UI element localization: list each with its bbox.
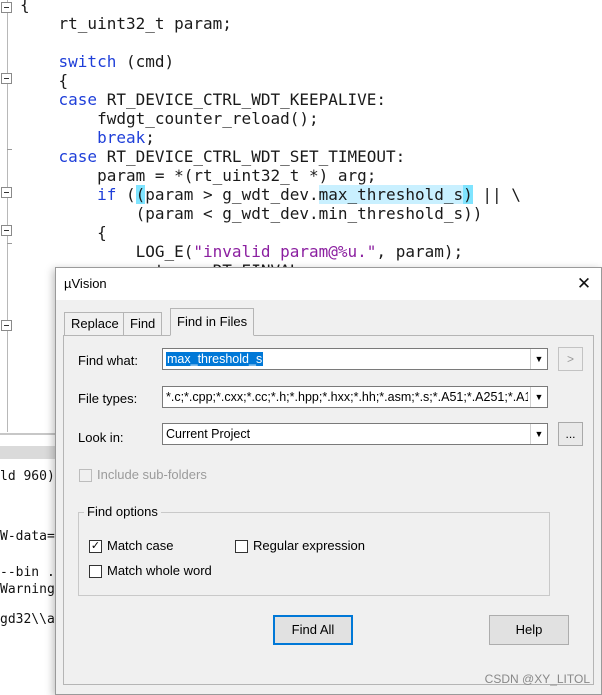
- code-token: {: [20, 71, 69, 90]
- output-line: W-data=: [0, 529, 55, 544]
- watermark-text: CSDN @XY_LITOL: [484, 672, 590, 686]
- look-in-combobox[interactable]: Current Project ▼: [162, 423, 548, 445]
- close-icon[interactable]: ✕: [571, 272, 597, 296]
- code-token: RT_DEVICE_CTRL_WDT_KEEPALIVE:: [97, 90, 387, 109]
- code-line: {: [20, 223, 107, 242]
- match-whole-word-checkbox[interactable]: [89, 565, 102, 578]
- code-token: RT_DEVICE_CTRL_WDT_SET_TIMEOUT:: [97, 147, 406, 166]
- look-in-value[interactable]: Current Project: [166, 427, 250, 441]
- code-line: param = *(rt_uint32_t *) arg;: [20, 166, 376, 185]
- code-token: max_threshold_s: [318, 185, 464, 204]
- code-token: (param < g_wdt_dev.min_threshold_s)): [20, 204, 483, 223]
- include-sub-folders-checkbox[interactable]: [79, 469, 92, 482]
- output-line: Warning: [0, 582, 55, 597]
- code-line: if ((param > g_wdt_dev.max_threshold_s) …: [20, 185, 521, 204]
- code-token: || \: [472, 185, 521, 204]
- code-token: (: [135, 185, 146, 204]
- file-types-dropdown-icon[interactable]: ▼: [530, 387, 547, 407]
- code-token: ;: [145, 128, 155, 147]
- file-types-combobox[interactable]: *.c;*.cpp;*.cxx;*.cc;*.h;*.hpp;*.hxx;*.h…: [162, 386, 548, 408]
- code-line: case RT_DEVICE_CTRL_WDT_SET_TIMEOUT:: [20, 147, 406, 166]
- code-line: rt_uint32_t param;: [20, 14, 232, 33]
- find-what-label: Find what:: [78, 353, 138, 368]
- find-what-combobox[interactable]: max_threshold_s ▼: [162, 348, 548, 370]
- tab-find-in-files[interactable]: Find in Files: [170, 308, 255, 336]
- match-case-label: Match case: [107, 538, 174, 553]
- match-case-checkbox[interactable]: ✓: [89, 540, 102, 553]
- file-types-value[interactable]: *.c;*.cpp;*.cxx;*.cc;*.h;*.hpp;*.hxx;*.h…: [166, 390, 528, 404]
- code-token: ): [463, 185, 473, 204]
- find-what-input[interactable]: max_threshold_s: [166, 352, 264, 366]
- code-line: (param < g_wdt_dev.min_threshold_s)): [20, 204, 483, 223]
- code-line: fwdgt_counter_reload();: [20, 109, 319, 128]
- dialog-title: µVision: [64, 276, 107, 291]
- code-token: param > g_wdt_dev.: [145, 185, 319, 204]
- find-all-button[interactable]: Find All: [273, 615, 353, 645]
- code-token: (cmd): [116, 52, 175, 71]
- code-token: {: [20, 0, 30, 14]
- tab-find[interactable]: Find: [123, 312, 163, 336]
- dialog-title-bar[interactable]: µVision ✕: [56, 268, 601, 300]
- output-line: ld 960): [0, 469, 55, 484]
- code-line: {: [20, 71, 69, 90]
- output-line: --bin .: [0, 565, 55, 580]
- fold-toggle-icon[interactable]: [1, 320, 12, 331]
- fold-tick: [7, 149, 12, 150]
- find-what-dropdown-icon[interactable]: ▼: [530, 349, 547, 369]
- code-token: case: [58, 147, 98, 166]
- tab-panel-find-in-files: Find what: max_threshold_s ▼ > File type…: [63, 335, 594, 685]
- fold-toggle-icon[interactable]: [1, 2, 12, 13]
- tab-replace[interactable]: Replace: [64, 312, 126, 336]
- find-options-group: [78, 512, 550, 596]
- fold-gutter: [7, 0, 8, 432]
- file-types-label: File types:: [78, 391, 138, 406]
- look-in-label: Look in:: [78, 430, 124, 445]
- code-token: fwdgt_counter_reload();: [20, 109, 319, 128]
- code-line: case RT_DEVICE_CTRL_WDT_KEEPALIVE:: [20, 90, 387, 109]
- regular-expression-checkbox[interactable]: [235, 540, 248, 553]
- regular-expression-label: Regular expression: [253, 538, 366, 553]
- code-token: case: [58, 90, 98, 109]
- fold-toggle-icon[interactable]: [1, 225, 12, 236]
- find-what-history-button[interactable]: >: [558, 347, 583, 371]
- code-token: {: [20, 223, 107, 242]
- find-what-value: max_threshold_s: [166, 352, 264, 366]
- look-in-dropdown-icon[interactable]: ▼: [530, 424, 547, 444]
- include-sub-folders-label: Include sub-folders: [97, 467, 207, 482]
- output-line: gd32\\a: [0, 612, 55, 627]
- find-options-title: Find options: [84, 504, 161, 519]
- fold-toggle-icon[interactable]: [1, 187, 12, 198]
- match-whole-word-label: Match whole word: [107, 563, 212, 578]
- code-token: break: [97, 128, 146, 147]
- browse-folder-button[interactable]: ...: [558, 422, 583, 446]
- code-line: {: [20, 0, 30, 14]
- code-token: , param);: [376, 242, 464, 261]
- code-token: rt_uint32_t param;: [20, 14, 232, 33]
- code-line: switch (cmd): [20, 52, 175, 71]
- code-token: (: [116, 185, 136, 204]
- code-token: LOG_E(: [20, 242, 194, 261]
- code-token: switch: [58, 52, 117, 71]
- code-line: break;: [20, 128, 155, 147]
- find-dialog: µVision ✕ Replace Find Find in Files Fin…: [55, 267, 602, 695]
- fold-tick: [7, 243, 12, 244]
- code-line: LOG_E("invalid param@%u.", param);: [20, 242, 464, 261]
- fold-toggle-icon[interactable]: [1, 73, 12, 84]
- code-token: if: [97, 185, 117, 204]
- code-token: param = *(rt_uint32_t *) arg;: [20, 166, 377, 185]
- help-button[interactable]: Help: [489, 615, 569, 645]
- code-token: "invalid param@%u.": [193, 242, 377, 261]
